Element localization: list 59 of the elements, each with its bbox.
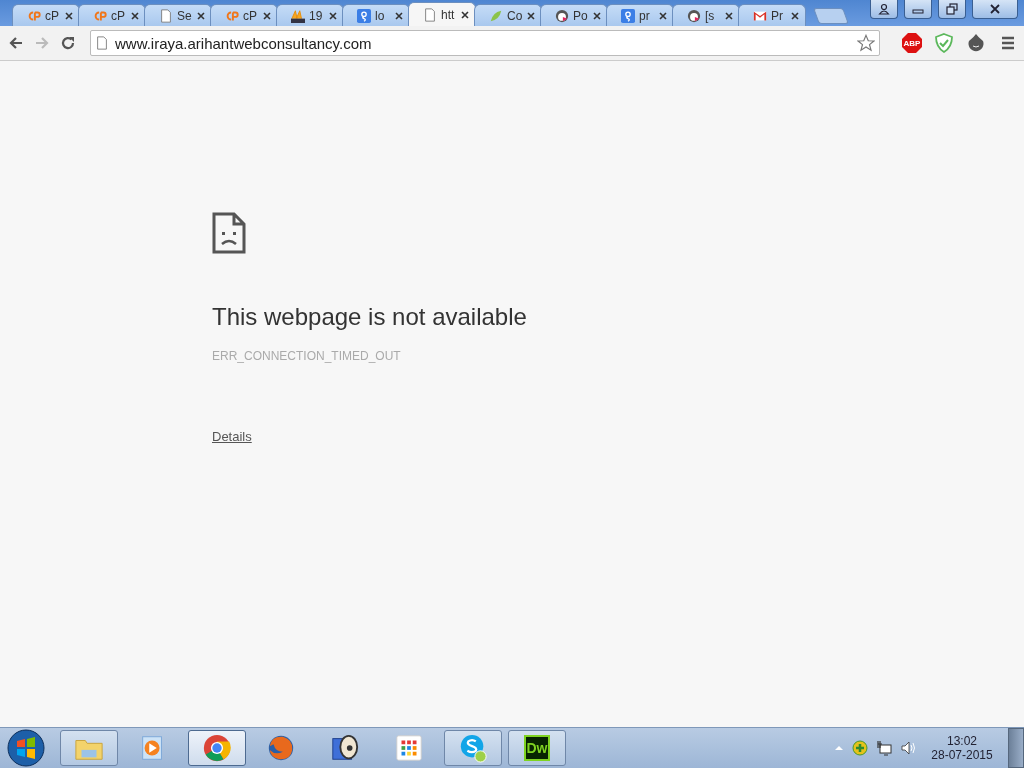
browser-tab[interactable]: 19 xyxy=(276,4,344,26)
browser-tab[interactable]: Co xyxy=(474,4,542,26)
skype-icon xyxy=(458,733,488,763)
close-icon[interactable] xyxy=(395,11,403,20)
clock-date[interactable]: 28-07-2015 xyxy=(931,748,993,762)
network-icon[interactable] xyxy=(876,740,892,756)
taskbar-button[interactable] xyxy=(188,730,246,766)
page-icon xyxy=(159,8,173,23)
leaf-icon xyxy=(489,8,503,23)
close-icon[interactable] xyxy=(593,11,601,20)
pma-icon xyxy=(291,8,305,23)
close-icon[interactable] xyxy=(659,11,667,20)
close-icon[interactable] xyxy=(65,11,73,20)
user-icon xyxy=(878,3,890,15)
close-icon[interactable] xyxy=(131,11,139,20)
star-icon[interactable] xyxy=(857,34,875,52)
browser-tab[interactable]: cP xyxy=(12,4,80,26)
restore-icon xyxy=(946,3,958,15)
apps-grid-icon xyxy=(394,733,424,763)
restore-button[interactable] xyxy=(938,0,966,19)
browser-tab[interactable]: cP xyxy=(78,4,146,26)
close-icon[interactable] xyxy=(263,11,271,20)
clock-time[interactable]: 13:02 xyxy=(947,734,977,748)
browser-tab[interactable]: Se xyxy=(144,4,212,26)
close-icon[interactable] xyxy=(527,11,535,20)
details-link[interactable]: Details xyxy=(212,429,252,444)
browser-tab[interactable]: lo xyxy=(342,4,410,26)
volume-icon[interactable] xyxy=(900,740,916,756)
close-icon[interactable] xyxy=(791,11,799,20)
url-field[interactable]: www.iraya.arihantwebconsultancy.com xyxy=(115,34,851,52)
browser-tab[interactable]: Pr xyxy=(738,4,806,26)
browser-tab[interactable]: pr xyxy=(606,4,674,26)
menu-icon[interactable] xyxy=(1000,35,1016,51)
close-icon[interactable] xyxy=(197,11,205,20)
page-icon xyxy=(95,36,109,50)
browser-tab[interactable]: htt xyxy=(408,2,476,26)
error-title: This webpage is not available xyxy=(212,303,527,331)
close-icon xyxy=(989,3,1001,15)
browser-tab[interactable]: Po xyxy=(540,4,608,26)
taskbar-button[interactable]: Dw xyxy=(508,730,566,766)
close-icon[interactable] xyxy=(329,11,337,20)
adblock-button[interactable]: ABP xyxy=(902,33,922,53)
browser-tab[interactable]: [s xyxy=(672,4,740,26)
sad-page-icon xyxy=(212,212,246,254)
browser-tab[interactable]: cP xyxy=(210,4,278,26)
back-icon[interactable] xyxy=(8,35,24,51)
error-code: ERR_CONNECTION_TIMED_OUT xyxy=(212,349,401,363)
minimize-button[interactable] xyxy=(904,0,932,19)
close-icon[interactable] xyxy=(461,10,469,19)
close-button[interactable] xyxy=(972,0,1018,19)
dreamweaver-icon: Dw xyxy=(524,735,550,761)
start-button[interactable] xyxy=(6,728,46,768)
reload-icon[interactable] xyxy=(60,35,76,51)
address-bar[interactable]: www.iraya.arihantwebconsultancy.com xyxy=(90,30,880,56)
show-desktop-button[interactable] xyxy=(1008,728,1024,768)
close-icon[interactable] xyxy=(725,11,733,20)
page-icon xyxy=(423,7,437,22)
profile-button[interactable] xyxy=(870,0,898,19)
chrome-icon xyxy=(202,733,232,763)
